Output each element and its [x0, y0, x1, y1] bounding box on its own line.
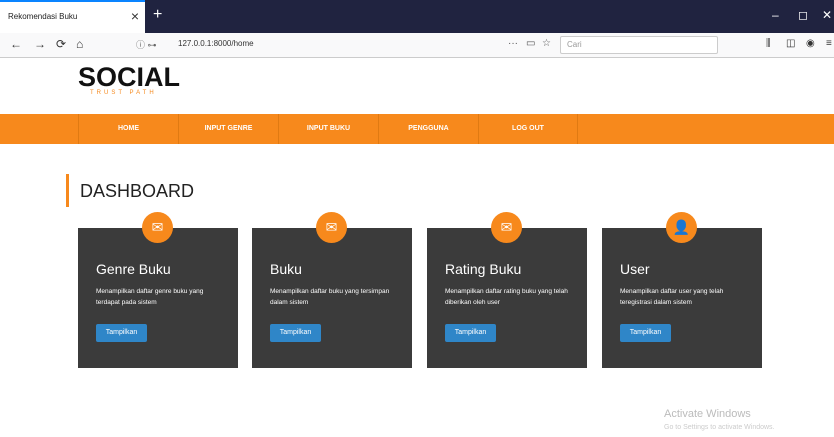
card-title: Genre Buku [96, 261, 171, 277]
envelope-icon: ✉ [491, 212, 522, 243]
tampilkan-buku-button[interactable]: Tampilkan [270, 324, 321, 342]
menu-item-logout[interactable]: LOG OUT [478, 114, 578, 144]
main-menu: HOME INPUT GENRE INPUT BUKU PENGGUNA LOG… [0, 114, 834, 144]
card-description: Menampilkan daftar rating buku yang tela… [445, 288, 568, 306]
menu-item-pengguna[interactable]: PENGGUNA [378, 114, 478, 144]
library-icon[interactable]: ⫼ [766, 38, 771, 49]
tab-close-icon[interactable]: × [131, 8, 139, 24]
bookmark-star-icon[interactable]: ☆ [542, 38, 551, 49]
site-logo[interactable]: SOCIAL TRUST PATH [78, 62, 181, 97]
card-genre-buku: ✉ Genre Buku Menampilkan daftar genre bu… [78, 212, 238, 368]
tampilkan-rating-button[interactable]: Tampilkan [445, 324, 496, 342]
activate-windows-subtext: Go to Settings to activate Windows. [664, 424, 775, 431]
card-buku: ✉ Buku Menampilkan daftar buku yang ters… [252, 212, 412, 368]
search-input[interactable]: Cari [560, 36, 718, 54]
card-title: User [620, 261, 650, 277]
envelope-icon: ✉ [316, 212, 347, 243]
card-rating-buku: ✉ Rating Buku Menampilkan daftar rating … [427, 212, 587, 368]
site-info-icon: ⓘ ⊶ [136, 40, 157, 50]
card-user: 👤 User Menampilkan daftar user yang tela… [602, 212, 762, 368]
browser-nav-bar: ← → ⟳ ⌂ ⓘ ⊶ 127.0.0.1:8000/home ··· ▭ ☆ … [0, 33, 834, 58]
logo-main-text: SOCIAL [78, 62, 181, 92]
back-icon[interactable]: ← [10, 37, 22, 51]
browser-tab-bar: Rekomendasi Buku × + – ◻ ✕ [0, 0, 834, 33]
card-description: Menampilkan daftar buku yang tersimpan d… [270, 288, 390, 306]
forward-icon[interactable]: → [34, 37, 46, 51]
tampilkan-user-button[interactable]: Tampilkan [620, 324, 671, 342]
extension-icon[interactable]: ◉ [806, 38, 815, 49]
page-actions-icon[interactable]: ··· [508, 38, 518, 49]
envelope-icon: ✉ [142, 212, 173, 243]
tab-strip [145, 0, 834, 33]
menu-item-home[interactable]: HOME [78, 114, 178, 144]
tab-title: Rekomendasi Buku [8, 12, 78, 21]
menu-item-input-buku[interactable]: INPUT BUKU [278, 114, 378, 144]
minimize-icon[interactable]: – [772, 8, 779, 22]
url-text: 127.0.0.1:8000/home [178, 39, 254, 48]
home-icon[interactable]: ⌂ [76, 37, 83, 51]
card-description: Menampilkan daftar user yang telah tereg… [620, 288, 724, 306]
reader-view-icon[interactable]: ▭ [526, 38, 535, 49]
reload-icon[interactable]: ⟳ [56, 37, 66, 51]
maximize-icon[interactable]: ◻ [798, 8, 808, 22]
search-placeholder: Cari [567, 40, 582, 49]
tampilkan-genre-button[interactable]: Tampilkan [96, 324, 147, 342]
card-title: Buku [270, 261, 302, 277]
user-icon: 👤 [666, 212, 697, 243]
menu-item-input-genre[interactable]: INPUT GENRE [178, 114, 278, 144]
card-description: Menampilkan daftar genre buku yang terda… [96, 288, 204, 306]
heading-accent-bar [66, 174, 69, 207]
page-title: DASHBOARD [80, 181, 195, 201]
menu-icon[interactable]: ≡ [826, 38, 832, 49]
browser-tab[interactable]: Rekomendasi Buku × [0, 0, 145, 33]
card-title: Rating Buku [445, 261, 522, 277]
activate-windows-watermark: Activate Windows [664, 408, 751, 420]
sidebar-icon[interactable]: ◫ [786, 38, 795, 49]
address-bar[interactable]: ⓘ ⊶ 127.0.0.1:8000/home ··· ▭ ☆ [130, 35, 560, 53]
new-tab-icon[interactable]: + [153, 6, 162, 24]
close-window-icon[interactable]: ✕ [822, 8, 832, 22]
